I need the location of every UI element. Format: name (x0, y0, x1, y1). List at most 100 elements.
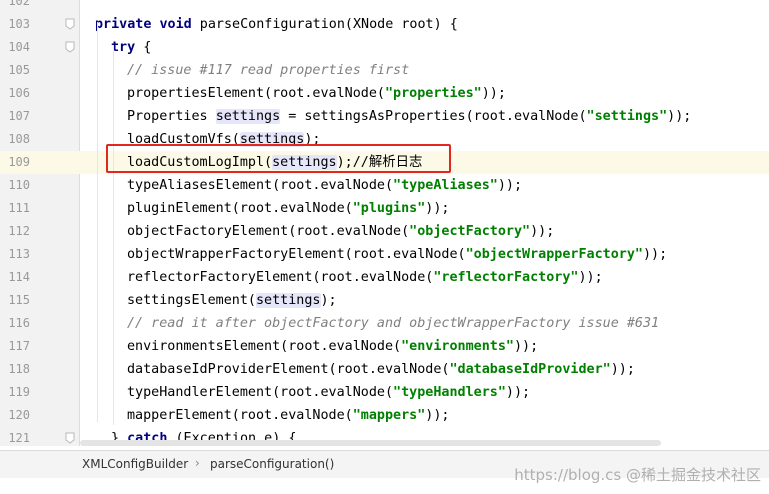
code-token: )); (425, 201, 450, 216)
code-line[interactable]: 118 databaseIdProviderElement(root.evalNo… (0, 358, 769, 381)
code-token: databaseIdProviderElement(root.evalNode( (127, 362, 450, 377)
code-token: "typeHandlers" (393, 385, 506, 400)
line-number: 103 (8, 17, 30, 31)
line-number: 116 (8, 316, 30, 330)
watermark: https://blog.cs @稀土掘金技术社区 (514, 466, 761, 484)
code-token: objectWrapperFactoryElement(root.evalNod… (127, 247, 466, 262)
code-text: pluginElement(root.evalNode("plugins")); (127, 199, 449, 218)
code-text: typeHandlerElement(root.evalNode("typeHa… (127, 383, 530, 402)
code-token: typeAliasesElement(root.evalNode( (127, 178, 394, 193)
breadcrumb-class[interactable]: XMLConfigBuilder (82, 457, 188, 471)
code-token: settingsElement( (127, 293, 256, 308)
code-token: environmentsElement(root.evalNode( (127, 339, 402, 354)
line-number: 108 (8, 132, 30, 146)
fold-marker-icon[interactable] (65, 18, 75, 30)
line-number: 118 (8, 362, 30, 376)
fold-marker-icon[interactable] (65, 432, 75, 444)
code-line[interactable]: 113 objectWrapperFactoryElement(root.eval… (0, 243, 769, 266)
code-token: mapperElement(root.evalNode( (127, 408, 353, 423)
code-token: objectFactoryElement(root.evalNode( (127, 224, 410, 239)
line-number: 109 (8, 155, 30, 169)
code-text: try { (111, 38, 151, 57)
code-token: )); (667, 109, 692, 124)
line-number: 102 (8, 0, 30, 8)
code-token: reflectorFactoryElement(root.evalNode( (127, 270, 434, 285)
code-text: typeAliasesElement(root.evalNode("typeAl… (127, 176, 522, 195)
line-number: 107 (8, 109, 30, 123)
fold-marker-icon[interactable] (65, 41, 75, 53)
code-text: // read it after objectFactory and objec… (127, 314, 659, 333)
code-text: private void parseConfiguration(XNode ro… (95, 15, 458, 34)
code-token: // read it after objectFactory and objec… (127, 316, 660, 331)
code-line[interactable]: 117 environmentsElement(root.evalNode("en… (0, 335, 769, 358)
code-token: Properties (127, 109, 216, 124)
code-line[interactable]: 116 // read it after objectFactory and ob… (0, 312, 769, 335)
code-line[interactable]: 106 propertiesElement(root.evalNode("prop… (0, 82, 769, 105)
code-token: // issue #117 read properties first (127, 63, 410, 78)
code-line[interactable]: 114 reflectorFactoryElement(root.evalNode… (0, 266, 769, 289)
code-token: "objectWrapperFactory" (465, 247, 643, 262)
code-token: "databaseIdProvider" (449, 362, 611, 377)
code-line[interactable]: 112 objectFactoryElement(root.evalNode("o… (0, 220, 769, 243)
code-token: { (135, 40, 152, 55)
code-token: )); (481, 86, 506, 101)
code-token: "plugins" (352, 201, 426, 216)
code-token: typeHandlerElement(root.evalNode( (127, 385, 394, 400)
code-token: )); (513, 339, 539, 354)
code-token: try (111, 40, 136, 55)
code-token: void (159, 17, 192, 32)
code-editor[interactable]: 102 103 private void parseConfiguration(XN… (0, 0, 769, 446)
code-token: "environments" (401, 339, 514, 354)
code-token: "objectFactory" (409, 224, 531, 239)
code-line[interactable]: 102 (0, 0, 769, 13)
code-text: reflectorFactoryElement(root.evalNode("r… (127, 268, 603, 287)
code-line[interactable]: 119 typeHandlerElement(root.evalNode("typ… (0, 381, 769, 404)
code-token: "reflectorFactory" (433, 270, 579, 285)
horizontal-scrollbar[interactable] (80, 440, 661, 446)
code-token: "settings" (586, 109, 668, 124)
line-number: 112 (8, 224, 30, 238)
code-token: private (95, 17, 152, 32)
code-token: pluginElement(root.evalNode( (127, 201, 353, 216)
line-number: 120 (8, 408, 30, 422)
line-number: 104 (8, 40, 30, 54)
code-line[interactable]: 111 pluginElement(root.evalNode("plugins"… (0, 197, 769, 220)
line-number: 114 (8, 270, 30, 284)
code-token: "mappers" (352, 408, 426, 423)
code-line[interactable]: 120 mapperElement(root.evalNode("mappers"… (0, 404, 769, 427)
code-text: settingsElement(settings); (127, 291, 337, 310)
line-number: 117 (8, 339, 30, 353)
code-line[interactable]: 105 // issue #117 read properties first (0, 59, 769, 82)
code-text: databaseIdProviderElement(root.evalNode(… (127, 360, 635, 379)
code-line[interactable]: 103 private void parseConfiguration(XNode… (0, 13, 769, 36)
code-text: environmentsElement(root.evalNode("envir… (127, 337, 538, 356)
code-token: )); (505, 385, 531, 400)
code-line[interactable]: 107 Properties settings = settingsAsPrope… (0, 105, 769, 128)
line-number: 115 (8, 293, 30, 307)
line-number: 121 (8, 431, 30, 445)
code-token: ); (320, 293, 337, 308)
code-token: "typeAliases" (393, 178, 498, 193)
code-line[interactable]: 110 typeAliasesElement(root.evalNode("typ… (0, 174, 769, 197)
code-token: )); (578, 270, 603, 285)
code-line[interactable]: 104 try { (0, 36, 769, 59)
code-text: mapperElement(root.evalNode("mappers")); (127, 406, 449, 425)
code-token: = settingsAsProperties(root.evalNode( (280, 109, 587, 124)
code-token: propertiesElement(root.evalNode( (127, 86, 385, 101)
indent-guide (113, 45, 114, 425)
code-token: )); (497, 178, 523, 193)
code-token: )); (425, 408, 450, 423)
code-text: objectFactoryElement(root.evalNode("obje… (127, 222, 554, 241)
code-text: // issue #117 read properties first (127, 61, 409, 80)
highlighted-identifier: settings (215, 109, 281, 124)
highlighted-identifier: settings (256, 293, 321, 308)
breadcrumb-method[interactable]: parseConfiguration() (210, 457, 334, 471)
highlight-annotation-box (106, 144, 451, 173)
code-line[interactable]: 115 settingsElement(settings); (0, 289, 769, 312)
line-number: 106 (8, 86, 30, 100)
code-token: )); (610, 362, 635, 377)
code-token: parseConfiguration(XNode root) { (191, 17, 458, 32)
code-text: Properties settings = settingsAsProperti… (127, 107, 691, 126)
line-number: 111 (8, 201, 30, 215)
